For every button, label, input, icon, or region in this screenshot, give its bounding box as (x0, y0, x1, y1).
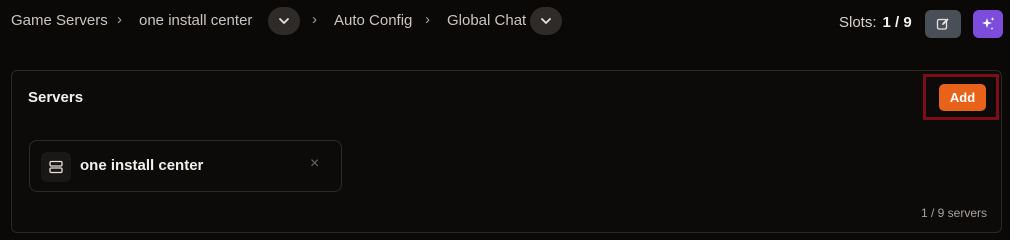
breadcrumb-game-servers[interactable]: Game Servers (11, 12, 108, 29)
server-name: one install center (80, 157, 204, 174)
server-dropdown-button[interactable] (268, 7, 300, 35)
breadcrumb-server[interactable]: one install center (139, 12, 252, 29)
slots-value: 1 / 9 (882, 14, 912, 31)
server-count: 1 / 9 servers (920, 206, 987, 220)
module-dropdown-button[interactable] (530, 7, 562, 35)
breadcrumb-global-chat[interactable]: Global Chat (447, 12, 526, 29)
breadcrumb-separator: › (117, 11, 122, 28)
server-icon-glyph (49, 160, 63, 174)
chevron-down-icon (541, 18, 551, 24)
edit-button[interactable] (925, 10, 961, 38)
chevron-down-icon (279, 18, 289, 24)
servers-panel: Servers Add one install center × 1 / 9 s… (11, 70, 1002, 233)
breadcrumb-auto-config[interactable]: Auto Config (334, 12, 412, 29)
panel-title: Servers (28, 89, 84, 106)
server-card[interactable]: one install center × (29, 140, 342, 192)
breadcrumb-separator: › (425, 11, 430, 28)
add-server-button[interactable]: Add (939, 84, 986, 111)
server-icon (41, 152, 71, 182)
close-icon[interactable]: × (310, 155, 319, 173)
slots-indicator: Slots: 1 / 9 (839, 14, 912, 31)
slots-label: Slots: (839, 14, 877, 31)
top-bar: Game Servers › one install center › Auto… (0, 0, 1010, 44)
sparkles-icon (982, 17, 995, 30)
edit-icon (936, 18, 949, 30)
breadcrumb-separator: › (312, 11, 317, 28)
ai-assist-button[interactable] (973, 10, 1003, 38)
